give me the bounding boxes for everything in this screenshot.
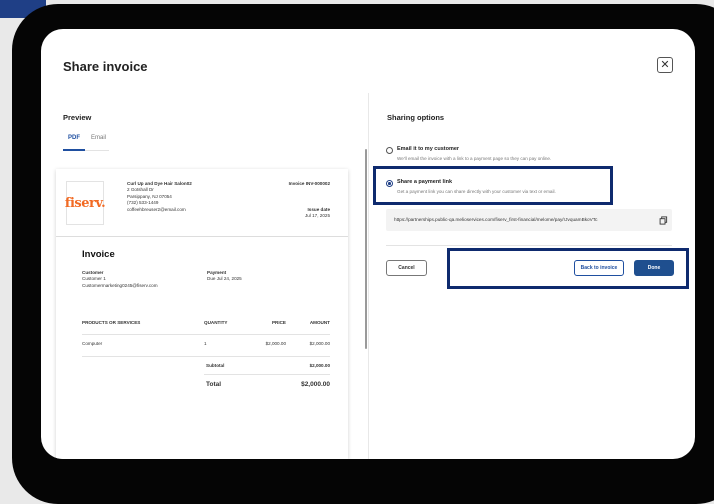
customer-email: Customermarketing0245@fiserv.com — [82, 282, 158, 288]
business-email: coffeehbreuser2@email.com — [127, 206, 186, 212]
share-invoice-modal: Share invoice ✕ Preview PDF Email fiserv… — [41, 29, 695, 459]
payment-link-url: https://partnerships.public-qa.melioserv… — [394, 217, 598, 222]
close-icon: ✕ — [660, 59, 670, 71]
back-to-invoice-button[interactable]: Back to invoice — [574, 260, 624, 276]
copy-icon[interactable] — [659, 216, 668, 225]
radio-email-customer[interactable] — [386, 147, 393, 154]
business-info: Curl Up and Dye Hair Salon02 2 Gotshall … — [127, 181, 192, 213]
cancel-button[interactable]: Cancel — [386, 260, 427, 276]
invoice-heading: Invoice — [82, 249, 115, 260]
payment-link-highlight — [373, 166, 613, 205]
issue-date: Jul 17, 2025 — [304, 213, 330, 219]
logo-text: fiserv. — [64, 195, 106, 211]
payment-due: Due Jul 24, 2025 — [207, 276, 242, 282]
payment-block: Payment Due Jul 24, 2025 — [207, 270, 242, 283]
panel-divider — [368, 93, 369, 459]
sharing-options-title: Sharing options — [387, 113, 445, 122]
invoice-header: fiserv. Curl Up and Dye Hair Salon02 2 G… — [56, 169, 348, 237]
subtotal-label: Subtotal — [206, 363, 225, 368]
total-label: Total — [206, 381, 222, 388]
item-name: Computer — [82, 341, 103, 346]
options-divider — [386, 245, 672, 246]
subtotal-value: $2,000.00 — [309, 363, 330, 368]
item-amount: $2,000.00 — [309, 341, 330, 346]
modal-title: Share invoice — [63, 59, 148, 74]
table-header-divider — [82, 334, 330, 335]
item-divider — [82, 356, 330, 357]
invoice-preview: fiserv. Curl Up and Dye Hair Salon02 2 G… — [56, 169, 348, 459]
active-tab-indicator — [63, 149, 85, 151]
item-quantity: 1 — [204, 341, 207, 346]
issue-date-block: Issue date Jul 17, 2025 — [305, 207, 330, 220]
col-quantity: QUANTITY — [204, 320, 228, 325]
col-price: PRICE — [271, 320, 286, 325]
total-value: $2,000.00 — [301, 381, 330, 388]
business-logo: fiserv. — [64, 181, 106, 225]
tab-pdf[interactable]: PDF — [68, 135, 80, 141]
invoice-number: Invoice INV-000002 — [288, 181, 330, 186]
tab-email[interactable]: Email — [91, 135, 106, 141]
option-email-label: Email it to my customer — [397, 146, 460, 152]
payment-link-field[interactable]: https://partnerships.public-qa.melioserv… — [386, 209, 672, 231]
close-button[interactable]: ✕ — [657, 57, 673, 73]
item-price: $2,000.00 — [265, 341, 286, 346]
col-amount: AMOUNT — [309, 320, 330, 325]
customer-block: Customer Customer 1 Customermarketing024… — [82, 270, 158, 289]
subtotal-divider — [204, 374, 330, 375]
col-products: PRODUCTS OR SERVICES — [82, 320, 141, 325]
done-button[interactable]: Done — [634, 260, 674, 276]
preview-title: Preview — [63, 113, 92, 122]
option-email-desc: We'll email the invoice with a link to a… — [397, 156, 552, 161]
preview-scrollbar[interactable] — [365, 149, 367, 349]
